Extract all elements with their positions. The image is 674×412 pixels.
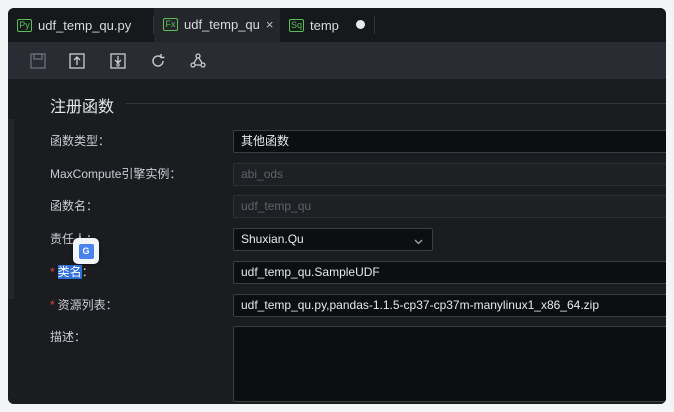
class-name-label: * 类名： xyxy=(50,261,94,283)
chevron-down-icon xyxy=(413,231,424,252)
tab-label: udf_temp_qu xyxy=(184,16,260,32)
function-name-label: 函数名： xyxy=(50,199,99,213)
toolbar xyxy=(8,43,666,79)
tab-label: temp xyxy=(310,17,339,33)
owner-label-text: 责任 xyxy=(50,232,75,246)
section-title: 注册函数 xyxy=(50,99,115,116)
lineage-icon[interactable] xyxy=(188,51,208,71)
translate-glyph: G xyxy=(78,243,94,259)
function-type-field[interactable]: 其他函数 xyxy=(233,130,666,153)
required-marker: * xyxy=(50,298,55,312)
sql-file-icon: Sq xyxy=(289,18,304,32)
refresh-icon[interactable] xyxy=(148,51,168,71)
python-file-icon: Py xyxy=(17,18,32,32)
close-icon[interactable]: × xyxy=(266,17,274,32)
class-name-label-end: ： xyxy=(81,265,94,279)
tab-udf-temp-qu-py[interactable]: Py udf_temp_qu.py xyxy=(8,8,154,42)
resources-field[interactable]: udf_temp_qu.py,pandas-1.1.5-cp37-cp37m-m… xyxy=(233,294,666,317)
function-name-field: udf_temp_qu xyxy=(233,195,666,218)
required-marker: * xyxy=(50,265,55,279)
function-form-panel: 注册函数 函数类型： 其他函数 MaxCompute引擎实例： abi_ods … xyxy=(8,79,666,404)
editor-tabbar: Py udf_temp_qu.py Fx udf_temp_qu × Sq te… xyxy=(8,8,666,43)
class-name-label-text: 类名 xyxy=(57,265,82,279)
save-icon[interactable] xyxy=(28,51,48,71)
section-divider xyxy=(126,103,666,104)
ide-window: Py udf_temp_qu.py Fx udf_temp_qu × Sq te… xyxy=(8,8,666,404)
instance-label: MaxCompute引擎实例： xyxy=(50,167,182,181)
unsaved-dot-icon[interactable] xyxy=(356,20,365,29)
description-label: 描述： xyxy=(50,330,87,344)
class-name-field[interactable]: udf_temp_qu.SampleUDF xyxy=(233,261,666,284)
side-scroll-edge xyxy=(8,119,14,299)
instance-field: abi_ods xyxy=(233,163,666,186)
function-file-icon: Fx xyxy=(163,17,178,31)
owner-value: Shuxian.Qu xyxy=(241,232,304,246)
submit-icon[interactable] xyxy=(67,51,87,71)
tab-udf-temp-qu[interactable]: Fx udf_temp_qu × xyxy=(154,8,280,42)
resources-label-text: 资源列表： xyxy=(57,298,118,312)
resources-label: * 资源列表： xyxy=(50,294,118,316)
owner-select[interactable]: Shuxian.Qu xyxy=(233,228,433,251)
tab-divider xyxy=(374,16,375,34)
function-type-label: 函数类型： xyxy=(50,134,111,148)
publish-icon[interactable] xyxy=(108,51,128,71)
description-textarea[interactable] xyxy=(233,326,666,402)
tab-label: udf_temp_qu.py xyxy=(38,17,132,33)
